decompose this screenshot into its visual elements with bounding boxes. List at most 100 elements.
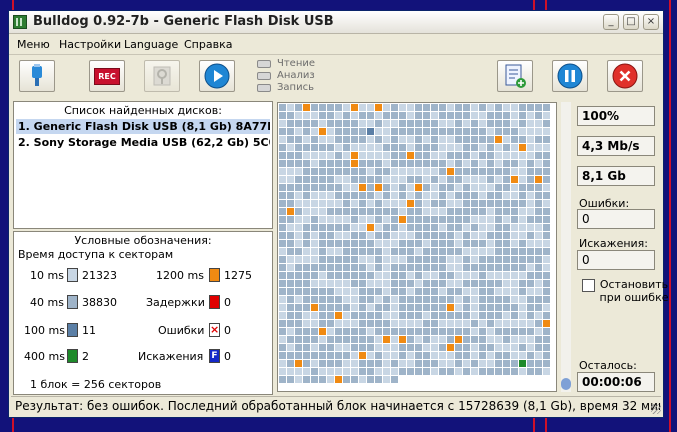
sector-block [319, 176, 326, 183]
legend-delays-label: Задержки [146, 296, 205, 309]
sector-block [455, 248, 462, 255]
sector-block [463, 312, 470, 319]
sector-block [391, 176, 398, 183]
sector-block [503, 216, 510, 223]
sector-block [287, 320, 294, 327]
menu-language[interactable]: Language [124, 38, 178, 51]
sector-block [479, 288, 486, 295]
settings-button[interactable] [144, 60, 180, 92]
sector-block [359, 144, 366, 151]
pause-button[interactable] [552, 60, 588, 92]
sector-block [295, 320, 302, 327]
sector-block [367, 104, 374, 111]
sector-block [415, 272, 422, 279]
sector-block [351, 224, 358, 231]
sector-block [375, 168, 382, 175]
sector-block [535, 240, 542, 247]
sector-block [343, 368, 350, 375]
menu-help[interactable]: Справка [184, 38, 232, 51]
sector-block [471, 320, 478, 327]
sector-block [423, 176, 430, 183]
sector-block [487, 368, 494, 375]
stop-button[interactable] [607, 60, 643, 92]
sector-block [335, 120, 342, 127]
sector-block [487, 296, 494, 303]
sector-block [335, 312, 342, 319]
sector-block [535, 280, 542, 287]
sector-block [303, 192, 310, 199]
sector-block [287, 360, 294, 367]
sector-block [319, 352, 326, 359]
sector-block [391, 360, 398, 367]
stop-on-error-checkbox[interactable] [582, 279, 595, 292]
title-bar[interactable]: Bulldog 0.92-7b - Generic Flash Disk USB… [9, 11, 663, 34]
sector-block [343, 136, 350, 143]
sector-block [351, 312, 358, 319]
sector-block [527, 152, 534, 159]
sector-block [295, 344, 302, 351]
sector-block [455, 288, 462, 295]
play-button[interactable] [199, 60, 235, 92]
sector-block [527, 208, 534, 215]
sector-block [503, 328, 510, 335]
maximize-button[interactable]: □ [623, 14, 639, 30]
sector-block [511, 192, 518, 199]
sector-block [311, 256, 318, 263]
sector-block [455, 152, 462, 159]
sector-block [439, 312, 446, 319]
menu-main[interactable]: Меню [17, 38, 50, 51]
record-button[interactable]: REC [89, 60, 125, 92]
sector-block [319, 200, 326, 207]
sector-block [423, 192, 430, 199]
sector-block [367, 216, 374, 223]
sector-map-scrollbar[interactable] [561, 102, 571, 392]
sector-block [519, 216, 526, 223]
sector-block [439, 264, 446, 271]
sector-block [319, 264, 326, 271]
sector-block [479, 176, 486, 183]
usb-device-button[interactable] [19, 60, 55, 92]
minimize-button[interactable]: _ [603, 14, 619, 30]
sector-block [511, 208, 518, 215]
sector-block [319, 344, 326, 351]
disk-item[interactable]: 2. Sony Storage Media USB (62,2 Gb) 5C07… [16, 135, 270, 150]
sector-block [319, 152, 326, 159]
sector-block [343, 240, 350, 247]
sector-block [495, 328, 502, 335]
sector-map [277, 102, 557, 392]
legend-10ms-swatch [67, 268, 78, 282]
sector-block [311, 280, 318, 287]
sector-block [279, 200, 286, 207]
log-button[interactable] [497, 60, 533, 92]
sector-block [399, 104, 406, 111]
resize-grip[interactable] [651, 404, 661, 414]
sector-block [487, 312, 494, 319]
sector-block [423, 128, 430, 135]
legend-distortions-label: Искажения [138, 350, 204, 363]
stop-icon [612, 63, 638, 89]
sector-block [415, 320, 422, 327]
sector-block [463, 256, 470, 263]
sector-block [367, 112, 374, 119]
sector-block [303, 160, 310, 167]
sector-block [527, 224, 534, 231]
sector-block [391, 200, 398, 207]
sector-block [423, 112, 430, 119]
menu-settings[interactable]: Настройки [59, 38, 121, 51]
sector-block [399, 112, 406, 119]
sector-block [535, 224, 542, 231]
sector-block [535, 152, 542, 159]
sector-block [415, 336, 422, 343]
menu-bar: Меню Настройки Language Справка [9, 34, 663, 55]
sector-block [431, 160, 438, 167]
sector-block [543, 352, 550, 359]
sector-block [311, 288, 318, 295]
sector-block [303, 128, 310, 135]
disk-item[interactable]: 1. Generic Flash Disk USB (8,1 Gb) 8A77F… [16, 119, 270, 134]
scrollbar-thumb[interactable] [561, 378, 571, 390]
sector-block [279, 104, 286, 111]
close-button[interactable]: × [643, 14, 659, 30]
sector-block [399, 200, 406, 207]
sector-block [343, 336, 350, 343]
sector-block [311, 224, 318, 231]
